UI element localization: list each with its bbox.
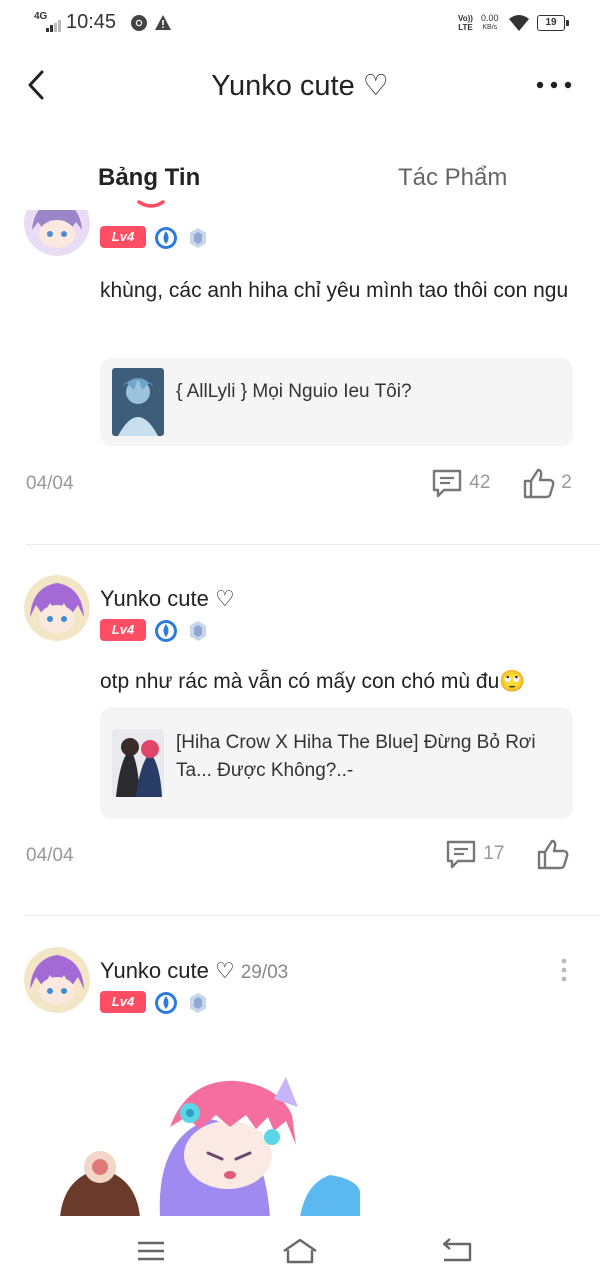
top-bar: Yunko cute ♡ <box>0 54 600 116</box>
post-date: 29/03 <box>240 962 289 983</box>
feed-post: Yunko cute ♡ Lv4 otp như rác mà vẫn có m… <box>0 545 600 917</box>
clock: 10:45 <box>66 11 117 33</box>
shield-badge-icon <box>190 621 206 641</box>
menu-icon[interactable] <box>130 1236 170 1266</box>
water-drop-badge-icon <box>155 992 177 1014</box>
author-line: Yunko cute ♡ 29/03 <box>100 958 288 984</box>
tab-works[interactable]: Tác Phẩm <box>398 164 507 192</box>
active-tab-indicator <box>137 200 165 208</box>
browser-icon <box>131 15 147 31</box>
author-name[interactable]: Yunko cute ♡ <box>100 586 235 612</box>
post-date: 04/04 <box>26 473 74 494</box>
feed-post: Lv4 khùng, các anh hiha chỉ yêu mình tao… <box>0 210 600 545</box>
shield-badge-icon <box>190 993 206 1013</box>
level-badge: Lv4 <box>100 619 146 641</box>
linked-story-title: { AllLyli } Mọi Nguio Ieu Tôi? <box>176 381 412 402</box>
linked-story-card[interactable]: { AllLyli } Mọi Nguio Ieu Tôi? <box>100 358 573 446</box>
comment-button[interactable]: 17 <box>444 837 504 871</box>
post-options-icon[interactable] <box>554 957 574 983</box>
comment-icon <box>432 469 462 498</box>
avatar[interactable] <box>24 575 90 641</box>
wifi-icon <box>509 15 529 31</box>
status-bar: 4G 10:45 Vo)) LTE 0.00 KB/s 19 <box>0 0 600 46</box>
level-badge: Lv4 <box>100 991 146 1013</box>
avatar[interactable] <box>24 210 90 256</box>
author-name[interactable]: Yunko cute ♡ <box>100 958 235 983</box>
system-nav-bar <box>0 1216 600 1287</box>
tab-news-feed[interactable]: Bảng Tin <box>98 164 200 192</box>
page-title: Yunko cute ♡ <box>211 70 389 102</box>
shield-badge-icon <box>190 228 206 248</box>
more-options-icon[interactable] <box>534 76 574 94</box>
post-image[interactable] <box>60 1067 360 1216</box>
linked-story-title: [Hiha Crow X Hiha The Blue] Đừng Bỏ Rơi … <box>176 732 536 781</box>
like-button[interactable] <box>536 837 570 871</box>
thumbs-up-icon <box>523 468 555 499</box>
avatar[interactable] <box>24 947 90 1013</box>
feed[interactable]: Lv4 khùng, các anh hiha chỉ yêu mình tao… <box>0 210 600 1216</box>
story-cover <box>112 368 164 436</box>
network-speed: 0.00 KB/s <box>481 13 499 31</box>
story-cover <box>112 729 164 797</box>
comment-count: 42 <box>469 472 491 494</box>
feed-post: Yunko cute ♡ 29/03 Lv4 <box>0 917 600 1216</box>
linked-story-card[interactable]: [Hiha Crow X Hiha The Blue] Đừng Bỏ Rơi … <box>100 707 573 819</box>
post-text: otp như rác mà vẫn có mấy con chó mù đu🙄 <box>100 670 526 693</box>
water-drop-badge-icon <box>155 620 177 642</box>
profile-tabs: Bảng Tin Tác Phẩm <box>0 160 600 216</box>
post-date: 04/04 <box>26 845 74 866</box>
like-count: 2 <box>561 472 572 494</box>
battery-icon: 19 <box>537 15 569 31</box>
level-badge: Lv4 <box>100 226 146 248</box>
warning-icon <box>155 15 171 30</box>
home-icon[interactable] <box>280 1236 320 1266</box>
post-divider <box>26 915 600 916</box>
comment-count: 17 <box>483 843 505 865</box>
post-text: khùng, các anh hiha chỉ yêu mình tao thô… <box>100 279 569 302</box>
volte-indicator: Vo)) LTE <box>458 14 473 32</box>
thumbs-up-icon <box>537 839 569 870</box>
water-drop-badge-icon <box>155 227 177 249</box>
back-icon[interactable] <box>436 1236 476 1266</box>
comment-icon <box>446 840 476 869</box>
like-button[interactable]: 2 <box>522 466 572 500</box>
comment-button[interactable]: 42 <box>430 466 490 500</box>
signal-icon <box>46 20 62 32</box>
